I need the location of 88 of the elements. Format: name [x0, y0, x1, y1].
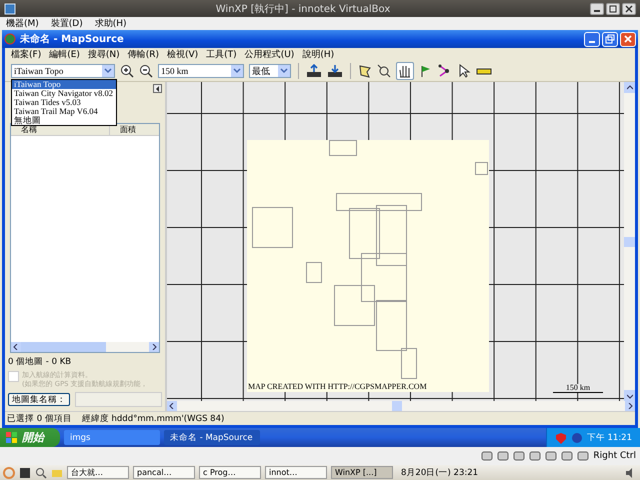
device-icon[interactable] [545, 450, 558, 462]
horizontal-scrollbar[interactable] [11, 342, 159, 352]
close-icon [625, 4, 633, 12]
dropdown-option[interactable]: Taiwan Tides v5.03 [12, 98, 116, 107]
window-title: WinXP [執行中] - innotek VirtualBox [214, 2, 392, 16]
mapset-name-button[interactable]: 地圖集名稱： [8, 393, 70, 406]
scroll-thumb[interactable] [21, 342, 106, 352]
menu-item[interactable]: 求助(H) [92, 17, 129, 30]
dropdown-option[interactable]: iTaiwan Topo [12, 80, 116, 89]
taskbar-button[interactable]: imgs [64, 430, 160, 445]
dropdown-option[interactable]: 無地圖 [12, 116, 116, 125]
column-header[interactable]: 面積 [110, 124, 159, 135]
panel-window-button[interactable]: WinXP [...] [331, 466, 393, 479]
horizontal-scrollbar[interactable] [167, 401, 635, 411]
dropdown-option[interactable]: Taiwan City Navigator v8.02 [12, 89, 116, 98]
column-header[interactable]: 名稱 [11, 124, 110, 135]
clock: 8月20日(一) 23:21 [401, 466, 478, 478]
restore-icon [605, 34, 615, 44]
device-icon[interactable] [577, 450, 590, 462]
menu-item[interactable]: 說明(H) [300, 48, 336, 61]
maximize-button[interactable] [606, 2, 620, 14]
menu-item[interactable]: 搜尋(N) [86, 48, 122, 61]
globe-icon [4, 33, 16, 45]
arrow-right-icon [151, 344, 157, 350]
arrow-left-icon [13, 344, 19, 350]
scroll-thumb[interactable] [624, 236, 635, 246]
start-button[interactable]: 開始 [0, 428, 60, 447]
zoom-in-icon[interactable] [120, 64, 134, 78]
device-icon[interactable] [497, 450, 510, 462]
arrow-left-icon [169, 403, 175, 409]
device-icon[interactable] [529, 450, 542, 462]
device-icon[interactable] [513, 450, 526, 462]
map-background[interactable]: MAP CREATED WITH HTTP://CGPSMAPPER.COM 150 km [167, 82, 624, 401]
minimize-icon [594, 10, 600, 12]
caret-icon [104, 68, 112, 74]
menu-item[interactable]: 工具(T) [204, 48, 239, 61]
device-icon[interactable] [561, 450, 574, 462]
menu-item[interactable]: 公用程式(U) [242, 48, 296, 61]
maximize-icon [609, 4, 617, 12]
dropdown[interactable]: iTaiwan Topo [11, 64, 115, 78]
zoom-out-icon[interactable] [139, 64, 153, 78]
windows-logo-icon [6, 432, 18, 444]
app-icon [4, 2, 16, 14]
close-button[interactable] [622, 2, 636, 14]
dropdown[interactable]: 最低 [249, 64, 291, 78]
status-text: 已選擇 0 個項目 [7, 412, 72, 424]
map-shape-icon[interactable] [358, 64, 372, 78]
menu-item[interactable]: 檔案(F) [9, 48, 44, 61]
host-key-label: Right Ctrl [593, 451, 636, 461]
zoom-tool-icon[interactable] [377, 64, 391, 78]
menu-item[interactable]: 機器(M) [4, 17, 41, 30]
panel-window-button[interactable]: pancal… [133, 466, 195, 479]
route-icon[interactable] [438, 64, 452, 78]
map-credit: MAP CREATED WITH HTTP://CGPSMAPPER.COM [248, 382, 428, 392]
vertical-scrollbar[interactable] [624, 82, 635, 401]
map-summary: 0 個地圖 - 0 KB [8, 356, 72, 368]
menu-item[interactable]: 檢視(V) [164, 48, 200, 61]
device-icon[interactable] [481, 450, 494, 462]
search-icon[interactable] [35, 466, 47, 478]
caret-icon [233, 68, 241, 74]
minimize-icon [589, 41, 595, 43]
panel-window-button[interactable]: innot… [265, 466, 327, 479]
panel-window-button[interactable]: c Prog… [199, 466, 261, 479]
terminal-icon[interactable] [19, 466, 31, 478]
pointer-icon[interactable] [457, 64, 471, 78]
menu-item[interactable]: 傳輸(R) [126, 48, 161, 61]
download-icon[interactable] [327, 64, 343, 78]
dropdown[interactable]: 150 km [158, 64, 244, 78]
scroll-thumb[interactable] [392, 401, 402, 411]
restore-button[interactable] [602, 32, 618, 46]
status-text: 經緯度 hddd°mm.mmm'(WGS 84) [82, 412, 224, 424]
close-icon [623, 34, 633, 44]
window-title: 未命名 - MapSource [20, 32, 125, 46]
taskbar-button[interactable]: 未命名 - MapSource [164, 430, 260, 445]
triangle-left-icon [154, 86, 160, 92]
clock: 下午 11:21 [586, 432, 632, 444]
arrow-down-icon [626, 392, 632, 398]
scale-bar: 150 km [553, 384, 603, 393]
collapse-button[interactable] [153, 84, 162, 93]
dropdown-option[interactable]: Taiwan Trail Map V6.04 [12, 107, 116, 116]
arrow-right-icon [627, 403, 633, 409]
menu-item[interactable]: 編輯(E) [47, 48, 82, 61]
menu-item[interactable]: 裝置(D) [48, 17, 85, 30]
upload-icon[interactable] [306, 64, 322, 78]
arrow-up-icon [626, 84, 632, 90]
caret-icon [280, 68, 288, 74]
panel-window-button[interactable]: 台大就… [67, 466, 129, 479]
minimize-button[interactable] [590, 2, 604, 14]
